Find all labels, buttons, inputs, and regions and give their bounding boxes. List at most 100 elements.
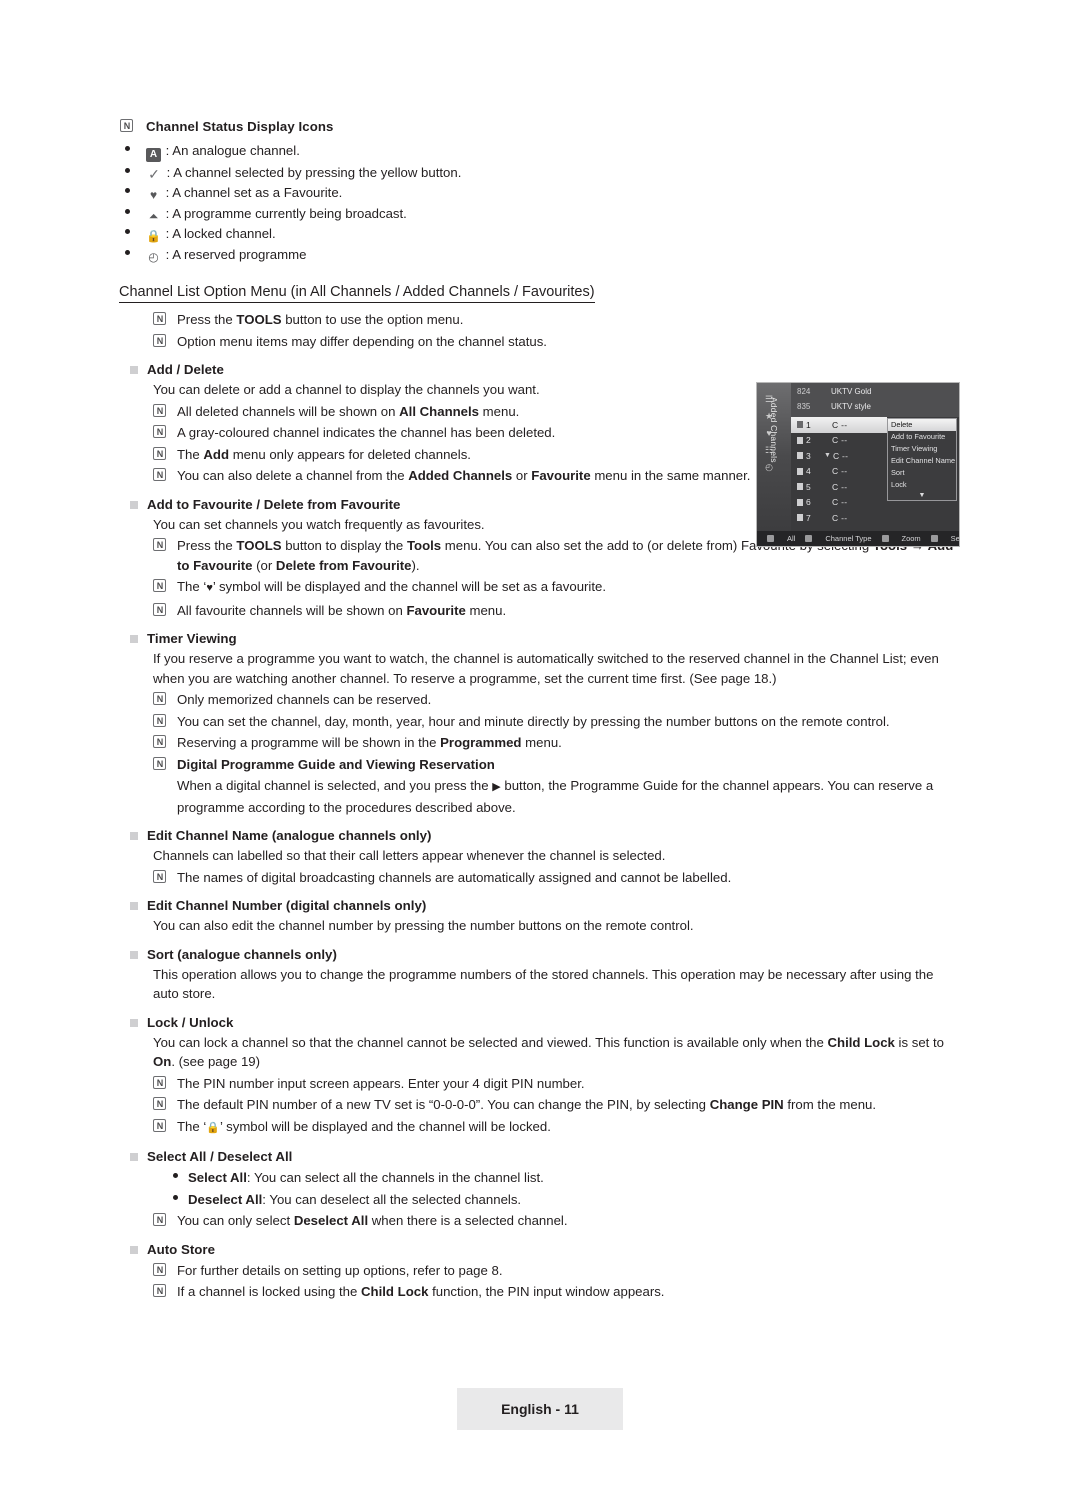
note-marker xyxy=(153,1095,177,1114)
auto-store-note-1: For further details on setting up option… xyxy=(177,1262,503,1278)
section-edit-channel-number: Edit Channel Number (digital channels on… xyxy=(120,898,960,936)
osd-menu-item-sort[interactable]: Sort xyxy=(888,467,956,479)
osd-menu-item-edit-channel-name[interactable]: Edit Channel Name xyxy=(888,455,956,467)
osd-channel-row[interactable]: 6 C -- xyxy=(791,495,887,511)
edit-channel-name-note-1: The names of digital broadcasting channe… xyxy=(177,869,732,885)
osd-footer-all[interactable]: All xyxy=(767,534,795,543)
osd-footer-channel-type[interactable]: Channel Type xyxy=(805,534,872,543)
tools-icon xyxy=(153,538,166,551)
status-icon-analogue: A : An analogue channel. xyxy=(146,141,960,162)
bullet-dot xyxy=(120,141,146,160)
channel-square-icon xyxy=(797,452,803,460)
favourite-heading-label: Add to Favourite / Delete from Favourite xyxy=(147,496,401,512)
square-bullet-icon xyxy=(130,1153,138,1161)
favourite-note-1: The ‘♥’ symbol will be displayed and the… xyxy=(177,579,607,594)
note-marker xyxy=(153,733,177,752)
osd-channel-num: 6 xyxy=(806,497,811,508)
osd-sidebar: ☰ ★ ♥ ☷ ◴ Added Channels xyxy=(757,383,791,546)
timer-sub-text: When a digital channel is selected, and … xyxy=(177,778,934,815)
status-icon-lock: 🔒 : A locked channel. xyxy=(146,224,960,244)
lock-icon: 🔒 xyxy=(146,229,161,243)
list-item: Digital Programme Guide and Viewing Rese… xyxy=(153,755,960,775)
note-icon xyxy=(153,692,166,705)
square-bullet-icon xyxy=(130,635,138,643)
osd-footer-zoom[interactable]: Zoom xyxy=(881,534,921,543)
chevron-down-icon[interactable]: ▼ xyxy=(888,491,956,500)
favourite-note-2: All favourite channels will be shown on … xyxy=(177,602,507,618)
select-all-heading-label: Select All / Deselect All xyxy=(147,1149,293,1164)
bullet-dot xyxy=(120,204,146,223)
note-icon xyxy=(153,333,166,347)
osd-channel-row[interactable]: 7 C -- xyxy=(791,510,887,526)
osd-channel-list: 1 C -- 2 C -- 3 ▼ C -- 4 C -- 5 C -- 6 C… xyxy=(791,417,887,526)
list-item: ♥ : A channel set as a Favourite. xyxy=(120,183,960,203)
osd-channel-num: 5 xyxy=(806,481,811,492)
note-marker xyxy=(153,310,177,329)
osd-channel-row[interactable]: 2 C -- xyxy=(791,433,887,449)
osd-footer-select[interactable]: Select xyxy=(930,534,959,543)
list-item: For further details on setting up option… xyxy=(153,1261,960,1281)
osd-top-row-2: 835 UKTV style xyxy=(797,402,871,411)
note-marker xyxy=(153,868,177,887)
note-icon xyxy=(153,756,166,770)
sort-heading: Sort (analogue channels only) xyxy=(130,947,960,962)
osd-channel-row[interactable]: 3 ▼ C -- xyxy=(791,448,887,464)
osd-channel-label: C -- xyxy=(832,481,848,492)
channel-square-icon xyxy=(797,483,803,491)
timer-note-2: You can set the channel, day, month, yea… xyxy=(177,713,890,729)
timer-note-3: Reserving a programme will be shown in t… xyxy=(177,735,562,750)
status-icon-broadcast-label: : A programme currently being broadcast. xyxy=(165,205,407,221)
edit-channel-number-intro: You can also edit the channel number by … xyxy=(153,918,694,933)
osd-menu-item-lock[interactable]: Lock xyxy=(888,479,956,491)
square-bullet-icon xyxy=(130,1245,138,1254)
square-bullet-icon xyxy=(130,950,138,959)
select-all-bullets: Select All: You can select all the chann… xyxy=(168,1168,960,1209)
lock-note-3: The ‘🔒’ symbol will be displayed and the… xyxy=(177,1118,551,1134)
osd-top-num-2: 835 xyxy=(797,402,811,411)
auto-store-heading-label: Auto Store xyxy=(147,1241,215,1257)
add-delete-heading: Add / Delete xyxy=(130,362,960,377)
bullet-dot xyxy=(168,1168,188,1187)
note-icon xyxy=(153,1262,166,1276)
note-marker xyxy=(153,1074,177,1093)
osd-menu-item-timer-viewing[interactable]: Timer Viewing xyxy=(888,443,956,455)
osd-channel-row[interactable]: 5 C -- xyxy=(791,479,887,495)
note-icon xyxy=(153,403,166,417)
edit-channel-name-intro: Channels can labelled so that their call… xyxy=(153,848,666,863)
auto-store-notes: For further details on setting up option… xyxy=(153,1261,960,1302)
clock-icon: ◴ xyxy=(148,249,159,264)
note-marker xyxy=(153,332,177,351)
osd-channel-row[interactable]: 4 C -- xyxy=(791,464,887,480)
lock-unlock-intro: You can lock a channel so that the chann… xyxy=(153,1034,944,1070)
osd-mode-label: Added Channels xyxy=(769,397,779,463)
note-marker xyxy=(153,690,177,709)
osd-channel-num: 3 xyxy=(806,450,811,461)
status-icon-broadcast: ⏶ : A programme currently being broadcas… xyxy=(146,204,960,224)
lock-unlock-heading: Lock / Unlock xyxy=(130,1015,960,1030)
status-icon-clock-label: : A reserved programme xyxy=(165,246,307,262)
list-item: When a digital channel is selected, and … xyxy=(153,776,960,817)
note-marker xyxy=(153,577,177,596)
select-all-heading: Select All / Deselect All xyxy=(130,1149,960,1164)
tv-osd-screenshot: ☰ ★ ♥ ☷ ◴ Added Channels 824 UKTV Gold 83… xyxy=(756,382,960,547)
note-icon xyxy=(153,602,166,616)
osd-tools-menu: Delete Add to Favourite Timer Viewing Ed… xyxy=(887,418,957,501)
lock-note-1: The PIN number input screen appears. Ent… xyxy=(177,1075,585,1091)
list-item: Only memorized channels can be reserved. xyxy=(153,690,960,710)
osd-menu-item-delete[interactable]: Delete xyxy=(888,419,956,431)
auto-store-note-2: If a channel is locked using the Child L… xyxy=(177,1284,665,1299)
status-icon-analogue-label: : An analogue channel. xyxy=(165,142,300,158)
list-item: The ‘♥’ symbol will be displayed and the… xyxy=(153,577,960,599)
timer-viewing-intro: If you reserve a programme you want to w… xyxy=(153,651,939,686)
list-item: The PIN number input screen appears. Ent… xyxy=(153,1074,960,1094)
channel-square-icon xyxy=(797,436,803,444)
osd-channel-row[interactable]: 1 C -- xyxy=(791,417,887,433)
option-menu-note-1: Press the TOOLS button to use the option… xyxy=(177,312,464,327)
osd-channel-label: C -- xyxy=(832,512,848,523)
status-icons-list: A : An analogue channel. ✓ : A channel s… xyxy=(120,141,960,265)
osd-channel-label: C -- xyxy=(832,450,849,461)
option-menu-title: Channel List Option Menu (in All Channel… xyxy=(119,284,595,303)
status-icon-clock: ◴ : A reserved programme xyxy=(146,245,960,265)
note-marker xyxy=(153,1117,177,1136)
osd-menu-item-add-to-favourite[interactable]: Add to Favourite xyxy=(888,431,956,443)
